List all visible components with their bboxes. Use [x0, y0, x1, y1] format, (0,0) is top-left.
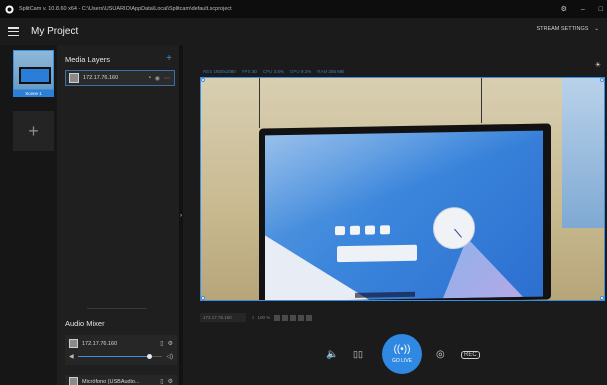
- window-controls: ⚙ – □: [561, 0, 603, 18]
- media-layers-panel: Media Layers + 172.17.76.160 ▪ ◉ ⋯ Audio…: [57, 45, 179, 385]
- zoom-icon: ⌕: [252, 315, 255, 320]
- camera-thumbnail-icon: [69, 73, 79, 83]
- microphone-thumbnail-icon: [69, 377, 78, 385]
- splitcam-window: SplitCam v. 10.8.60 x64 - C:\Users\USUAR…: [0, 0, 607, 385]
- stream-settings-button[interactable]: STREAM SETTINGS ⌄: [536, 26, 599, 32]
- zoom-value: 100 %: [257, 315, 271, 320]
- settings-icon[interactable]: ⚙: [168, 340, 173, 347]
- lock-icon[interactable]: ▪: [149, 75, 151, 82]
- stats-bar: RES 1920x1080 FPS 30 CPU 3.5% GPU 9.2% R…: [203, 69, 344, 74]
- broadcast-icon: ((•)): [393, 343, 411, 355]
- source-tools: [274, 314, 313, 321]
- minimize-button[interactable]: –: [581, 6, 585, 13]
- camera-snapshot-icon[interactable]: ◎: [436, 349, 445, 360]
- speaker-icon[interactable]: ◀: [69, 353, 74, 360]
- resize-handle-top-left[interactable]: [201, 78, 205, 82]
- settings-icon[interactable]: ⚙: [168, 378, 173, 385]
- scene-label[interactable]: Scene 1: [13, 90, 54, 97]
- splitcam-logo-icon: [5, 4, 14, 14]
- camera-feed: [265, 130, 543, 300]
- preview-area: RES 1920x1080 FPS 30 CPU 3.5% GPU 9.2% R…: [183, 45, 607, 385]
- speaker-output-icon[interactable]: ◁): [166, 353, 173, 360]
- mixer-item-name: Micrófono (USBAudio...: [82, 378, 140, 385]
- camera-thumbnail-icon: [69, 339, 78, 348]
- delete-icon[interactable]: ▯: [160, 340, 163, 347]
- fullscreen-icon[interactable]: [306, 314, 313, 321]
- maximize-button[interactable]: □: [599, 6, 603, 13]
- record-icon[interactable]: REC: [461, 351, 480, 359]
- mixer-item: Micrófono (USBAudio... ▯ ⚙: [65, 375, 177, 385]
- mixer-item-name: 172.17.76.160: [82, 340, 118, 347]
- resize-handle-bottom-left[interactable]: [201, 296, 205, 300]
- resize-handle-bottom-right[interactable]: [600, 296, 604, 300]
- source-info-bar: 172.17.76.160 ⌕ 100 %: [200, 313, 590, 322]
- broadcast-controls: 🔈 ▯▯ ((•)) GO LIVE ◎ REC: [183, 332, 607, 385]
- source-name: 172.17.76.160: [200, 313, 246, 322]
- rotate-icon[interactable]: [282, 314, 289, 321]
- chevron-down-icon: ⌄: [594, 26, 599, 32]
- speaker-icon[interactable]: 🔈: [326, 349, 338, 360]
- resize-handle-top-right[interactable]: [600, 78, 604, 82]
- brightness-icon[interactable]: ☀: [595, 61, 601, 69]
- layer-name: 172.17.76.160: [83, 75, 119, 81]
- mixer-item: 172.17.76.160 ▯ ⚙ ◀ ◁): [65, 335, 177, 365]
- layer-actions: ▪ ◉ ⋯: [149, 75, 170, 82]
- ram-value: 256 MB: [328, 69, 344, 74]
- stream-settings-label: STREAM SETTINGS: [536, 26, 589, 32]
- app-header: My Project STREAM SETTINGS ⌄: [0, 18, 607, 45]
- settings-icon[interactable]: ⚙: [561, 5, 567, 13]
- go-live-label: GO LIVE: [391, 357, 412, 364]
- add-scene-button[interactable]: +: [13, 111, 54, 151]
- project-title: My Project: [31, 26, 79, 37]
- pause-icon[interactable]: ▯▯: [353, 349, 363, 360]
- visibility-icon[interactable]: ◉: [155, 75, 160, 82]
- scenes-panel: Scene 1 +: [0, 45, 57, 385]
- scene-thumbnail[interactable]: [13, 50, 54, 90]
- more-icon[interactable]: ⋯: [164, 75, 170, 82]
- volume-slider[interactable]: [77, 352, 163, 360]
- flip-icon[interactable]: [290, 314, 297, 321]
- resize-handle[interactable]: [87, 308, 147, 309]
- layer-item[interactable]: 172.17.76.160 ▪ ◉ ⋯: [65, 70, 175, 86]
- crop-icon[interactable]: [274, 314, 281, 321]
- zoom-control[interactable]: ⌕ 100 %: [252, 315, 270, 320]
- window-title: SplitCam v. 10.8.60 x64 - C:\Users\USUAR…: [19, 6, 232, 12]
- cpu-value: 3.5%: [273, 69, 284, 74]
- add-layer-button[interactable]: +: [166, 53, 172, 64]
- go-live-button[interactable]: ((•)) GO LIVE: [382, 334, 422, 374]
- menu-icon[interactable]: [8, 27, 19, 36]
- audio-mixer-title: Audio Mixer: [65, 319, 105, 328]
- media-layers-title: Media Layers: [65, 55, 111, 64]
- gpu-value: 9.2%: [300, 69, 312, 74]
- preview-canvas[interactable]: [200, 77, 605, 301]
- fps-value: 30: [251, 69, 257, 74]
- title-bar: SplitCam v. 10.8.60 x64 - C:\Users\USUAR…: [0, 0, 607, 18]
- res-value: 1920x1080: [213, 69, 236, 74]
- fit-icon[interactable]: [298, 314, 305, 321]
- delete-icon[interactable]: ▯: [160, 378, 163, 385]
